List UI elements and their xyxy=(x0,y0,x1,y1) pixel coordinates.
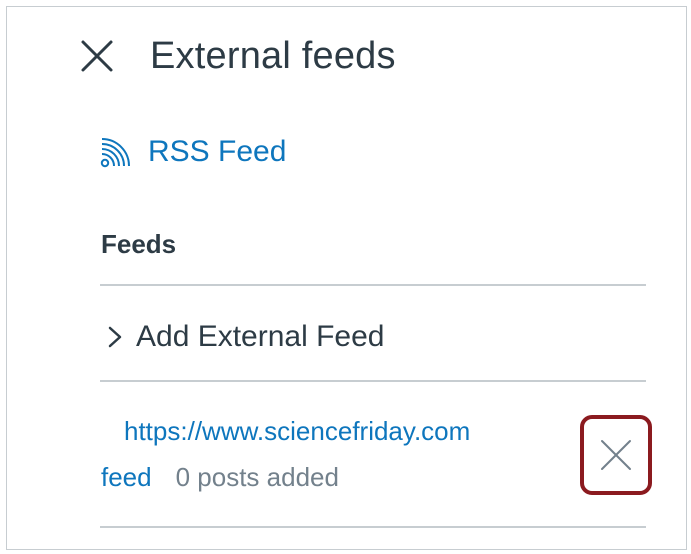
panel-header: External feeds xyxy=(80,30,396,82)
add-external-feed-toggle[interactable]: Add External Feed xyxy=(104,314,384,360)
feed-url-link[interactable]: https://www.sciencefriday.com xyxy=(124,416,470,447)
close-icon xyxy=(81,40,113,72)
close-button[interactable] xyxy=(78,37,116,75)
feed-status: 0 posts added xyxy=(175,462,339,492)
rss-feed-label: RSS Feed xyxy=(148,135,287,168)
divider xyxy=(100,284,646,286)
add-external-feed-label: Add External Feed xyxy=(136,320,385,353)
close-icon xyxy=(601,440,631,470)
chevron-right-icon xyxy=(104,322,126,352)
divider xyxy=(100,380,646,382)
page-title: External feeds xyxy=(150,34,396,77)
feed-url-link-continued[interactable]: feed xyxy=(101,462,152,493)
divider xyxy=(100,526,646,528)
rss-feed-link[interactable]: RSS Feed xyxy=(100,132,286,172)
delete-feed-button[interactable] xyxy=(580,415,652,495)
feed-row: feed 0 posts added xyxy=(101,462,339,493)
feeds-heading: Feeds xyxy=(101,229,177,259)
rss-icon xyxy=(100,135,134,169)
